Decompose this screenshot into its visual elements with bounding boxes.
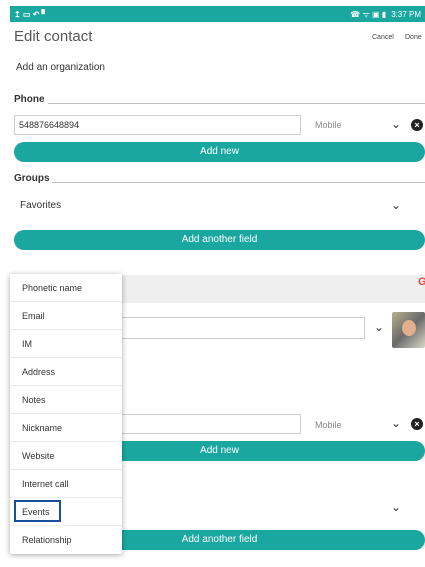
chevron-down-icon[interactable]: ⌄ — [391, 500, 401, 514]
menu-item-address[interactable]: Address — [10, 358, 122, 386]
phone-section-label: Phone — [14, 94, 45, 105]
page-title: Edit contact — [14, 28, 93, 45]
chevron-down-icon[interactable]: ⌄ — [391, 117, 401, 131]
phone-number-field[interactable]: 548876648894 — [14, 115, 301, 135]
phone-section-divider — [48, 103, 425, 104]
status-time: 3:37 PM — [391, 9, 421, 19]
google-icon: G — [418, 276, 425, 288]
status-icons: ☎ ᯤ ▣ ▮ — [350, 9, 387, 19]
menu-item-internet-call[interactable]: Internet call — [10, 470, 122, 498]
edit-contact-header: Edit contact Cancel Done — [14, 28, 425, 50]
chevron-down-icon[interactable]: ⌄ — [374, 320, 384, 334]
status-bar: ↥ ▭ ↶ ▘ ☎ ᯤ ▣ ▮ 3:37 PM — [10, 6, 425, 22]
groups-section-divider — [52, 182, 425, 183]
menu-item-phonetic-name[interactable]: Phonetic name — [10, 274, 122, 302]
menu-item-website[interactable]: Website — [10, 442, 122, 470]
chevron-down-icon[interactable]: ⌄ — [391, 198, 401, 212]
groups-value[interactable]: Favorites — [20, 200, 61, 211]
menu-item-email[interactable]: Email — [10, 302, 122, 330]
background-phone-field[interactable] — [118, 414, 301, 434]
background-phone-type: Mobile — [315, 420, 342, 430]
menu-item-nickname[interactable]: Nickname — [10, 414, 122, 442]
add-organization-link[interactable]: Add an organization — [16, 62, 105, 73]
phone-type-label: Mobile — [315, 120, 342, 130]
add-new-phone-button[interactable]: Add new — [14, 142, 425, 162]
menu-item-relationship[interactable]: Relationship — [10, 526, 122, 554]
done-button[interactable]: Done — [405, 34, 422, 41]
menu-item-im[interactable]: IM — [10, 330, 122, 358]
events-highlight-box — [14, 500, 61, 522]
contact-photo[interactable] — [392, 312, 425, 348]
status-right: ☎ ᯤ ▣ ▮ 3:37 PM — [350, 9, 421, 20]
add-another-field-button[interactable]: Add another field — [14, 230, 425, 250]
groups-section-label: Groups — [14, 173, 50, 184]
clear-icon[interactable]: × — [411, 418, 423, 430]
chevron-down-icon[interactable]: ⌄ — [391, 416, 401, 430]
menu-item-notes[interactable]: Notes — [10, 386, 122, 414]
cancel-button[interactable]: Cancel — [372, 34, 394, 41]
status-left-icons: ↥ ▭ ↶ ▘ — [14, 9, 48, 19]
clear-icon[interactable]: × — [411, 119, 423, 131]
avatar-face — [402, 320, 416, 336]
name-field[interactable] — [118, 317, 365, 339]
